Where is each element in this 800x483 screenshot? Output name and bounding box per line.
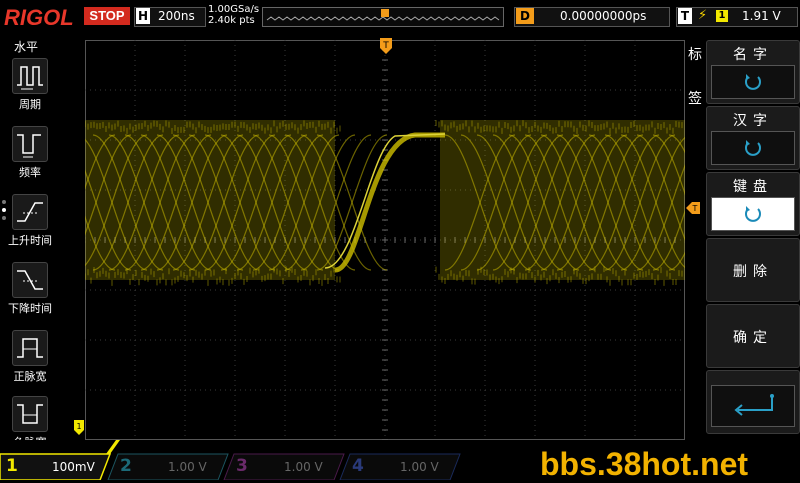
rotate-knob-icon: [712, 198, 794, 230]
trigger-level: 1.91 V: [742, 8, 781, 24]
trigger-source: 1: [716, 10, 728, 22]
label-title-char-1: 标: [688, 44, 702, 88]
negative-width-icon: [12, 396, 48, 432]
channel4-scale: 1.00 V: [400, 460, 439, 474]
channel1-number[interactable]: 1: [6, 456, 18, 476]
fall-time-icon: [12, 262, 48, 298]
trigger-position-marker[interactable]: T: [380, 38, 392, 60]
name-label: 名字: [707, 44, 799, 64]
confirm-button[interactable]: 确定: [706, 304, 800, 368]
measure-rise-time[interactable]: 上升时间: [0, 190, 60, 256]
memory-waveform-icon: [263, 8, 503, 26]
chinese-char-button[interactable]: 汉字: [706, 106, 800, 170]
delete-label: 删除: [707, 261, 799, 281]
enter-button[interactable]: [706, 370, 800, 434]
name-button[interactable]: 名字: [706, 40, 800, 104]
frequency-icon: [12, 126, 48, 162]
measure-period[interactable]: 周期: [0, 54, 60, 120]
name-knob-box: [711, 65, 795, 99]
delete-button[interactable]: 删除: [706, 238, 800, 302]
positive-width-icon: [12, 330, 48, 366]
trigger-level-marker[interactable]: T: [686, 199, 700, 218]
measure-frequency[interactable]: 频率: [0, 122, 60, 188]
memory-depth: 2.40k pts: [208, 15, 259, 26]
svg-text:1: 1: [76, 422, 81, 431]
keyboard-knob-box: [711, 197, 795, 231]
memory-overview-strip: [262, 7, 504, 27]
trigger-edge-icon: ⚡: [698, 8, 707, 24]
keyboard-label: 键盘: [707, 176, 799, 196]
rigol-logo: RIGOL: [4, 5, 74, 31]
chinese-char-knob-box: [711, 131, 795, 165]
timebase-value: 200ns: [158, 8, 195, 24]
fall-time-label: 下降时间: [0, 300, 60, 316]
channel1-waveform: [85, 120, 685, 286]
channel2-scale: 1.00 V: [168, 460, 207, 474]
watermark: bbs.38hot.net: [540, 446, 748, 483]
measure-positive-width[interactable]: 正脉宽: [0, 326, 60, 392]
trigger-label: T: [678, 8, 692, 24]
sample-info: 1.00GSa/s 2.40k pts: [208, 4, 259, 26]
svg-text:T: T: [382, 41, 389, 51]
enter-box: [711, 385, 795, 427]
persistence-band: [85, 120, 335, 280]
menu-page-indicator: [2, 200, 6, 224]
channel2-number[interactable]: 2: [120, 456, 132, 476]
delay-label: D: [516, 8, 534, 24]
rotate-knob-icon: [712, 66, 794, 98]
keyboard-button[interactable]: 键盘: [706, 172, 800, 236]
graticule: [85, 40, 685, 440]
label-menu-title: 标 签: [688, 44, 702, 108]
rotate-knob-icon: [712, 132, 794, 164]
channel3-scale: 1.00 V: [284, 460, 323, 474]
period-icon: [12, 58, 48, 94]
horizontal-label: H: [136, 8, 150, 24]
enter-icon: [712, 386, 794, 426]
svg-text:T: T: [692, 204, 698, 213]
period-label: 周期: [0, 96, 60, 112]
rise-time-icon: [12, 194, 48, 230]
chinese-char-label: 汉字: [707, 110, 799, 130]
waveform-display[interactable]: [85, 40, 685, 440]
rise-time-label: 上升时间: [0, 232, 60, 248]
confirm-label: 确定: [707, 327, 799, 347]
left-menu-title: 水平: [14, 38, 38, 55]
channel1-scale: 100mV: [52, 460, 95, 474]
channel1-ground-marker[interactable]: 1: [74, 420, 86, 440]
channel3-number[interactable]: 3: [236, 456, 248, 476]
positive-width-label: 正脉宽: [0, 368, 60, 384]
delay-value: 0.00000000ps: [560, 8, 646, 24]
sample-rate: 1.00GSa/s: [208, 4, 259, 15]
label-title-char-2: 签: [688, 88, 702, 108]
channel4-number[interactable]: 4: [352, 456, 364, 476]
frequency-label: 频率: [0, 164, 60, 180]
measure-fall-time[interactable]: 下降时间: [0, 258, 60, 324]
run-stop-status[interactable]: STOP: [84, 7, 130, 25]
